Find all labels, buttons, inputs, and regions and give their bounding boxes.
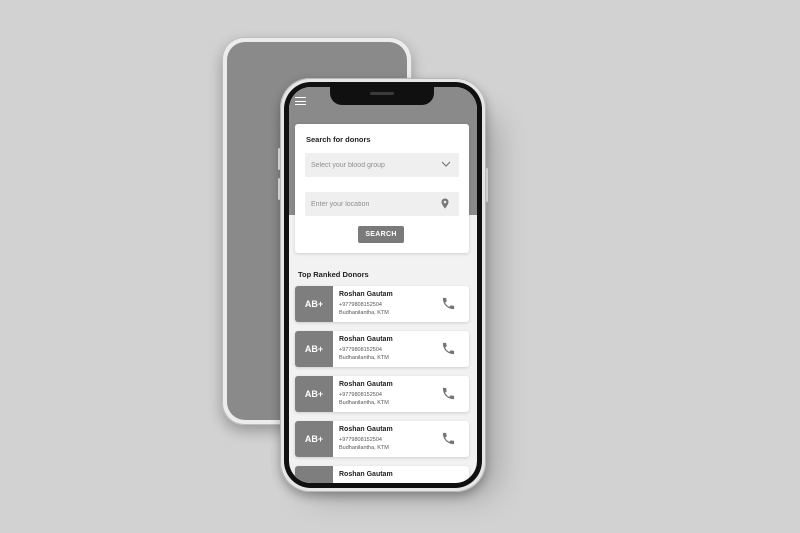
donor-card[interactable]: AB+ Roshan Gautam +9779808152504 Budhani…	[295, 286, 469, 322]
app-screen: Search for donors SEARCH Top Ranked Dono…	[289, 87, 477, 483]
hamburger-menu-icon[interactable]	[295, 97, 306, 105]
blood-group-badge: AB+	[295, 421, 333, 457]
donor-phone: +9779808152504	[339, 302, 382, 308]
donor-name: Roshan Gautam	[339, 336, 393, 343]
donor-name: Roshan Gautam	[339, 426, 393, 433]
top-ranked-donors-title: Top Ranked Donors	[298, 270, 369, 279]
volume-button	[278, 148, 280, 170]
chevron-down-icon[interactable]	[441, 161, 451, 167]
earpiece-speaker	[370, 92, 394, 95]
map-pin-icon	[441, 198, 449, 209]
donor-phone: +9779808152504	[339, 437, 382, 443]
power-button	[486, 168, 488, 202]
blood-group-badge: AB+	[295, 376, 333, 412]
donor-location: Budhanilantha, KTM	[339, 355, 389, 361]
donor-phone: +9779808152504	[339, 392, 382, 398]
blood-group-badge	[295, 466, 333, 483]
donor-location: Budhanilantha, KTM	[339, 400, 389, 406]
donor-name: Roshan Gautam	[339, 471, 393, 478]
blood-group-badge: AB+	[295, 286, 333, 322]
donor-card[interactable]: AB+ Roshan Gautam +9779808152504 Budhani…	[295, 331, 469, 367]
donor-card[interactable]: AB+ Roshan Gautam +9779808152504 Budhani…	[295, 376, 469, 412]
donor-card[interactable]: Roshan Gautam	[295, 466, 469, 483]
donor-location: Budhanilantha, KTM	[339, 445, 389, 451]
search-title: Search for donors	[306, 135, 371, 144]
donor-name: Roshan Gautam	[339, 291, 393, 298]
blood-group-badge: AB+	[295, 331, 333, 367]
phone-notch	[330, 87, 434, 105]
donor-location: Budhanilantha, KTM	[339, 310, 389, 316]
phone-icon[interactable]	[441, 431, 456, 446]
phone-icon[interactable]	[441, 386, 456, 401]
donor-phone: +9779808152504	[339, 347, 382, 353]
phone-icon[interactable]	[441, 296, 456, 311]
donor-card[interactable]: AB+ Roshan Gautam +9779808152504 Budhani…	[295, 421, 469, 457]
blood-group-select[interactable]	[305, 153, 459, 177]
front-phone-mockup: Search for donors SEARCH Top Ranked Dono…	[278, 78, 488, 492]
search-card: Search for donors SEARCH	[295, 124, 469, 253]
location-input[interactable]	[305, 192, 459, 216]
search-button[interactable]: SEARCH	[358, 226, 404, 243]
donor-name: Roshan Gautam	[339, 381, 393, 388]
volume-button	[278, 178, 280, 200]
phone-icon[interactable]	[441, 341, 456, 356]
